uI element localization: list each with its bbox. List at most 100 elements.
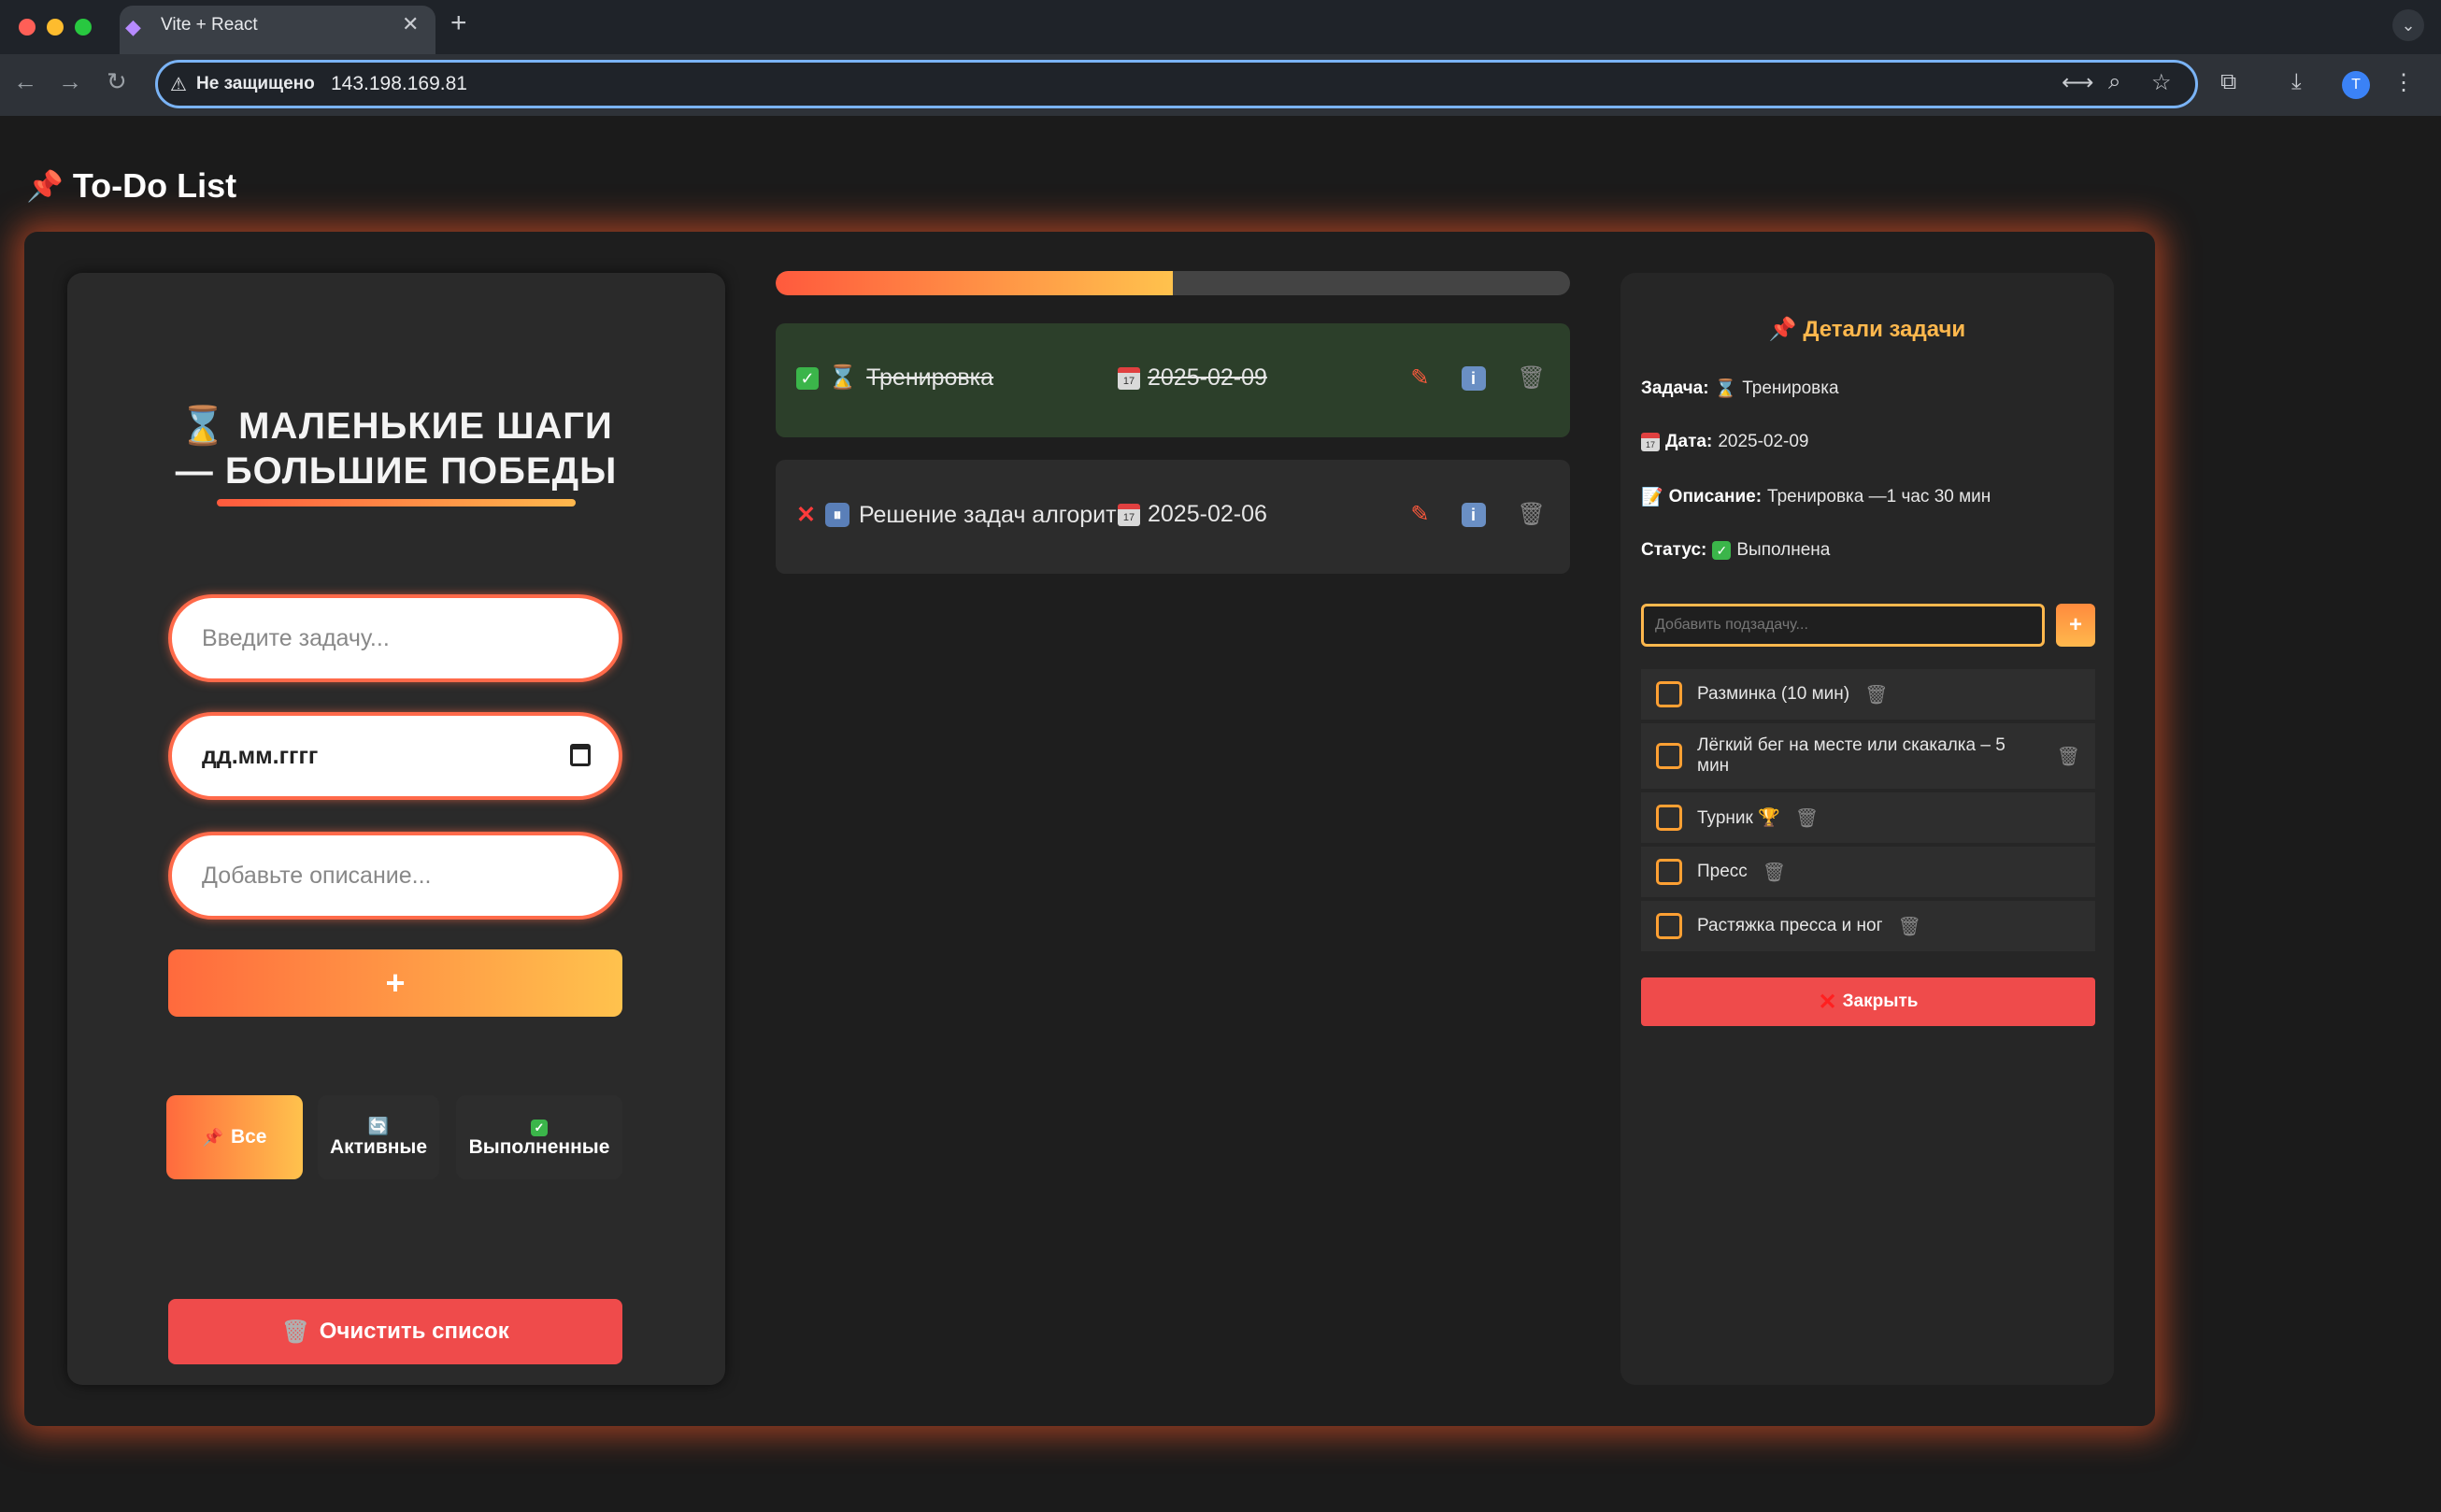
subtask-checkbox[interactable] xyxy=(1656,743,1682,769)
subtask-item: Разминка (10 мин) 🗑 xyxy=(1641,669,2095,720)
pushpin-icon: 📌 xyxy=(202,1127,223,1147)
translate-icon[interactable]: ⟷ xyxy=(2062,69,2093,96)
detail-status-label: Статус: xyxy=(1641,540,1707,560)
close-details-label: Закрыть xyxy=(1842,991,1919,1011)
info-icon[interactable]: i xyxy=(1461,502,1486,527)
task-date-text: 2025-02-06 xyxy=(1148,501,1267,527)
detail-task: Задача: ⌛ Тренировка xyxy=(1641,378,1839,400)
minimize-window-button[interactable] xyxy=(47,19,64,36)
reload-icon[interactable]: ↻ xyxy=(107,67,127,96)
hourglass-icon: ⌛ xyxy=(828,364,858,391)
subtask-item: Лёгкий бег на месте или скакалка – 5 мин… xyxy=(1641,723,2095,789)
subtask-checkbox[interactable] xyxy=(1656,805,1682,831)
detail-date: 17 Дата: 2025-02-09 xyxy=(1641,432,1809,452)
detail-date-label: Дата: xyxy=(1665,432,1713,451)
details-title: 📌 Детали задачи xyxy=(1620,316,2114,343)
trash-icon[interactable]: 🗑 xyxy=(1795,806,1819,830)
close-details-button[interactable]: ✕ Закрыть xyxy=(1641,977,2095,1026)
download-icon[interactable]: ⤓ xyxy=(2291,69,2302,95)
extensions-icon[interactable]: ⧉ xyxy=(2220,69,2236,95)
date-placeholder: дд.мм.гггг xyxy=(202,742,319,769)
bookmark-star-icon[interactable]: ☆ xyxy=(2151,69,2172,96)
subtask-item: Турник 🏆 🗑 xyxy=(1641,792,2095,843)
edit-pencil-icon[interactable]: ✎ xyxy=(1410,501,1429,528)
browser-toolbar: ← → ↻ ⚠ Не защищено 143.198.169.81 ⟷ ⌕ ☆… xyxy=(0,54,2441,116)
filter-all-label: Все xyxy=(230,1126,267,1148)
date-input[interactable]: дд.мм.гггг xyxy=(168,712,622,800)
task-item[interactable]: ✓ ⌛ Тренировка 17 2025-02-09 ✎ i 🗑 xyxy=(776,323,1570,437)
new-tab-button[interactable]: + xyxy=(450,7,467,39)
tab-close-icon[interactable]: ✕ xyxy=(402,12,419,36)
trash-icon[interactable]: 🗑 xyxy=(2057,745,2080,768)
task-item[interactable]: ✕ ⏸ Решение задач алгоритм 17 2025-02-06… xyxy=(776,460,1570,574)
subtask-checkbox[interactable] xyxy=(1656,681,1682,707)
description-input[interactable]: Добавьте описание... xyxy=(168,832,622,920)
detail-description-value: Тренировка —1 час 30 мин xyxy=(1767,487,1991,506)
zoom-icon[interactable]: ⌕ xyxy=(2108,69,2120,95)
subtask-checkbox[interactable] xyxy=(1656,913,1682,939)
trash-icon[interactable]: 🗑 xyxy=(1898,915,1921,938)
back-arrow-icon[interactable]: ← xyxy=(13,67,37,96)
check-icon: ✓ xyxy=(531,1117,548,1136)
check-icon: ✓ xyxy=(1712,541,1732,560)
motto-line-1: ⌛ МАЛЕНЬКИЕ ШАГИ xyxy=(179,406,613,447)
tab-title: Vite + React xyxy=(161,15,258,35)
filter-done-label: Выполненные xyxy=(468,1135,610,1158)
subtask-item: Пресс 🗑 xyxy=(1641,847,2095,897)
add-task-button[interactable]: + xyxy=(168,949,622,1017)
task-date-text: 2025-02-09 xyxy=(1148,364,1267,391)
task-date: 17 2025-02-09 xyxy=(1118,364,1267,392)
pushpin-icon: 📌 xyxy=(26,169,64,203)
trash-icon[interactable]: 🗑 xyxy=(1864,683,1888,706)
subtask-label: Пресс xyxy=(1697,862,1748,881)
subtask-label: Турник 🏆 xyxy=(1697,808,1780,828)
info-icon[interactable]: i xyxy=(1461,365,1486,391)
check-icon: ✓ xyxy=(796,366,819,390)
subtask-list: Разминка (10 мин) 🗑 Лёгкий бег на месте … xyxy=(1641,669,2095,955)
url-text[interactable]: 143.198.169.81 xyxy=(331,73,467,95)
progress-fill xyxy=(776,271,1173,295)
warning-icon: ⚠ xyxy=(170,75,187,95)
calendar-icon[interactable] xyxy=(570,744,591,766)
edit-pencil-icon[interactable]: ✎ xyxy=(1410,364,1429,392)
add-subtask-button[interactable]: + xyxy=(2056,604,2095,647)
profile-avatar[interactable]: T xyxy=(2342,71,2370,99)
trash-icon[interactable]: 🗑 xyxy=(1518,501,1546,528)
menu-kebab-icon[interactable]: ⋮ xyxy=(2392,69,2415,96)
trash-icon[interactable]: 🗑 xyxy=(1763,861,1786,884)
subtask-label: Разминка (10 мин) xyxy=(1697,684,1850,704)
subtask-label: Растяжка пресса и ног xyxy=(1697,916,1883,935)
detail-date-value: 2025-02-09 xyxy=(1718,432,1809,451)
subtask-item: Растяжка пресса и ног 🗑 xyxy=(1641,901,2095,951)
subtask-input[interactable]: Добавить подзадачу... xyxy=(1641,604,2045,647)
task-actions: ✎ i 🗑 xyxy=(1410,364,1546,392)
filter-done-button[interactable]: ✓ Выполненные xyxy=(456,1095,622,1179)
clear-list-button[interactable]: 🗑 Очистить список xyxy=(168,1299,622,1364)
memo-icon: 📝 xyxy=(1641,488,1663,507)
calendar-icon: 17 xyxy=(1118,503,1140,526)
filter-active-button[interactable]: 🔄 Активные xyxy=(318,1095,439,1179)
cross-icon: ✕ xyxy=(1818,989,1837,1015)
subtask-checkbox[interactable] xyxy=(1656,859,1682,885)
task-title: ✕ ⏸ Решение задач алгоритм xyxy=(796,501,1133,529)
calendar-icon: 17 xyxy=(1118,366,1140,390)
forward-arrow-icon[interactable]: → xyxy=(58,67,82,96)
task-title-text: Тренировка xyxy=(866,364,994,391)
task-actions: ✎ i 🗑 xyxy=(1410,501,1546,528)
filter-active-label: Активные xyxy=(329,1135,428,1158)
trash-icon[interactable]: 🗑 xyxy=(1518,364,1546,392)
detail-description: 📝 Описание: Тренировка —1 час 30 мин xyxy=(1641,486,1991,508)
detail-description-label: Описание: xyxy=(1668,487,1763,506)
detail-status: Статус: ✓ Выполнена xyxy=(1641,540,1830,561)
page-title: To-Do List xyxy=(72,166,237,205)
calendar-icon: 17 xyxy=(1641,433,1660,451)
tab-list-chevron-icon[interactable]: ⌄ xyxy=(2392,9,2424,41)
task-input[interactable]: Введите задачу... xyxy=(168,594,622,682)
maximize-window-button[interactable] xyxy=(75,19,92,36)
close-window-button[interactable] xyxy=(19,19,36,36)
pushpin-icon: 📌 xyxy=(1768,317,1797,342)
browser-tab-bar: ◆ Vite + React ✕ + ⌄ xyxy=(0,0,2441,54)
filter-all-button[interactable]: 📌 Все xyxy=(166,1095,303,1179)
security-label[interactable]: Не защищено xyxy=(196,74,315,94)
motto-heading: ⌛ МАЛЕНЬКИЕ ШАГИ — БОЛЬШИЕ ПОБЕДЫ xyxy=(67,404,725,493)
